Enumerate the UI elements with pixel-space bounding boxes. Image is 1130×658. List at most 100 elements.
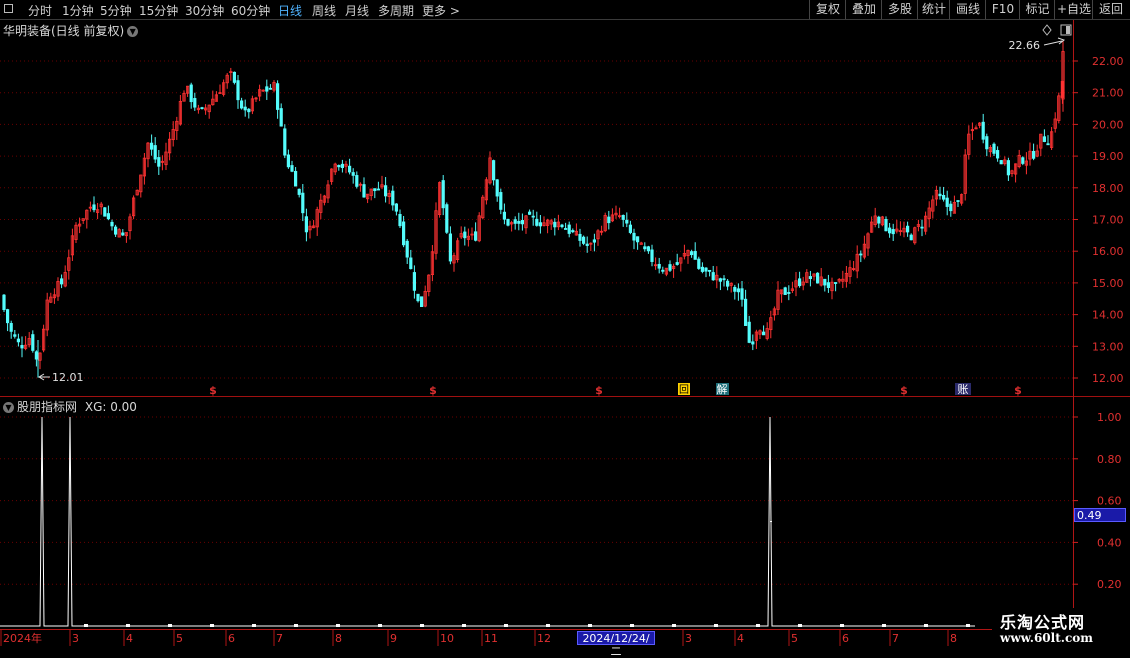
candlestick-series [2, 40, 1065, 378]
candle-body [445, 204, 449, 233]
candle-body [412, 272, 417, 291]
xg-baseline-dot [840, 624, 844, 627]
candle-body [582, 236, 586, 244]
candle-body [1032, 150, 1036, 159]
candle-body [398, 214, 402, 227]
indicator-axis-label: 0.20 [1097, 578, 1122, 591]
candle-body [909, 234, 913, 241]
candle-body [888, 227, 892, 234]
candle-body [293, 170, 298, 187]
dividend-marker: $ [900, 384, 908, 397]
candle-body [571, 230, 575, 233]
xg-baseline-dot [294, 624, 298, 627]
price-axis-label: 22.00 [1092, 55, 1124, 68]
date-axis-label: 7 [892, 632, 899, 645]
candle-body [567, 224, 571, 234]
candle-body [636, 236, 640, 243]
indicator-name: 股朋指标网 [17, 400, 78, 414]
candle-body [722, 278, 726, 281]
candle-body [121, 232, 125, 236]
candle-body [920, 226, 924, 229]
high-arrow-line [1043, 40, 1063, 46]
candle-body [247, 108, 251, 113]
diamond-icon[interactable] [1042, 24, 1052, 36]
hui-marker: 回 [679, 384, 689, 396]
candle-body [463, 231, 467, 239]
candle-body [783, 287, 787, 295]
selected-date-badge: 2024/12/24/二 [577, 631, 655, 658]
candle-body [621, 214, 625, 220]
xg-baseline-dot [462, 624, 466, 627]
price-axis-label: 12.00 [1092, 372, 1124, 385]
xg-baseline-dot [504, 624, 508, 627]
candle-body [405, 240, 409, 258]
candle-body [985, 136, 989, 150]
candle-body [564, 228, 568, 230]
xg-signal-line [0, 416, 975, 627]
xg-baseline-dot [546, 624, 550, 627]
price-axis-label: 14.00 [1092, 309, 1124, 322]
candle-body [747, 321, 751, 343]
candle-body [520, 220, 525, 225]
zhang-marker: 账 [958, 383, 969, 396]
candle-body [34, 351, 39, 360]
price-axis-label: 15.00 [1092, 277, 1124, 290]
candle-body [826, 282, 831, 288]
jie-marker: 解 [717, 382, 728, 396]
candle-body [834, 282, 838, 284]
candle-body [744, 298, 748, 326]
candle-body [149, 142, 154, 150]
xg-baseline-dot [714, 624, 718, 627]
candle-body [268, 87, 273, 90]
date-axis-label: 10 [440, 632, 454, 645]
indicator-axis-label: 0.40 [1097, 536, 1122, 549]
candle-body [690, 251, 694, 256]
candle-body [441, 180, 445, 209]
date-axis-label: 9 [390, 632, 397, 645]
candle-body [243, 106, 247, 111]
candle-body [9, 323, 13, 332]
candle-body [949, 203, 953, 212]
candle-body [531, 215, 535, 218]
price-axis-label: 19.00 [1092, 150, 1124, 163]
candle-body [956, 200, 960, 202]
candle-body [560, 224, 564, 228]
xg-baseline-dot [798, 624, 802, 627]
candle-body [697, 258, 701, 269]
candle-body [700, 266, 705, 272]
candle-body [718, 278, 723, 282]
candle-body [553, 221, 557, 228]
candle-body [391, 190, 395, 206]
date-axis-label: 8 [950, 632, 957, 645]
candle-body [708, 269, 712, 272]
indicator-gridlines [0, 416, 1078, 585]
candle-body [877, 216, 881, 224]
candle-body [297, 188, 301, 195]
candle-body [513, 219, 517, 224]
xg-baseline-dot [378, 624, 382, 627]
candle-body [704, 267, 708, 272]
price-axis-label: 13.00 [1092, 340, 1124, 353]
candle-body [157, 157, 161, 167]
chevron-down-icon[interactable]: ▼ [3, 402, 14, 413]
candle-body [236, 80, 240, 101]
xg-value-label: XG: 0.00 [84, 400, 137, 414]
candle-body [711, 272, 715, 281]
price-axis-label: 17.00 [1092, 214, 1124, 227]
date-axis-label: 5 [176, 632, 183, 645]
candle-body [999, 160, 1003, 165]
price-axis-label: 18.00 [1092, 182, 1124, 195]
xg-baseline-dot [168, 624, 172, 627]
candle-body [506, 218, 510, 226]
candle-body [884, 218, 888, 232]
candle-body [473, 231, 478, 241]
date-axis-label: 6 [228, 632, 235, 645]
xg-baseline-dot [420, 624, 424, 627]
candle-body [337, 165, 341, 168]
date-axis-label: 5 [791, 632, 798, 645]
candle-body [592, 239, 597, 243]
candle-body [646, 246, 651, 252]
candle-body [762, 331, 766, 336]
candle-body [409, 257, 413, 270]
candle-body [448, 233, 453, 262]
